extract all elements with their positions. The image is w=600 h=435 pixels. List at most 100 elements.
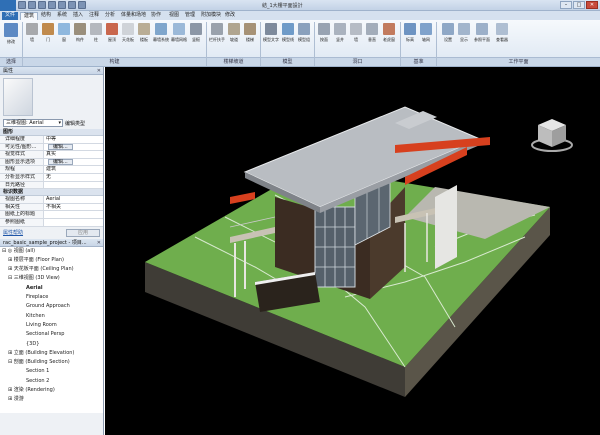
curtain-system-button[interactable]: 幕墙系统 [153, 23, 169, 51]
tab-massing[interactable]: 体量和场地 [118, 12, 149, 20]
property-value[interactable] [44, 211, 103, 218]
tab-annotate[interactable]: 注释 [86, 12, 102, 20]
tab-structure[interactable]: 结构 [38, 12, 54, 20]
property-value[interactable]: 不相关 [44, 204, 103, 211]
curtain-grid-button[interactable]: 幕墙网格 [171, 23, 187, 51]
save-icon[interactable] [28, 1, 36, 9]
tab-manage[interactable]: 管理 [182, 12, 198, 20]
roof-button[interactable]: 屋顶 [105, 23, 119, 51]
measure-icon[interactable] [68, 1, 76, 9]
wall-button[interactable]: 墙 [25, 23, 39, 51]
tab-architecture[interactable]: 建筑 [20, 12, 39, 20]
railing-button[interactable]: 栏杆扶手 [209, 23, 225, 51]
modify-button[interactable]: 修改 [3, 23, 19, 51]
group-graphics[interactable]: 图形 [0, 129, 103, 136]
stair-button[interactable]: 楼梯 [243, 23, 257, 51]
panel-stairs[interactable]: 楼梯坡道 [207, 57, 260, 66]
tab-systems[interactable]: 系统 [54, 12, 70, 20]
ramp-button[interactable]: 坡道 [227, 23, 241, 51]
tab-insert[interactable]: 插入 [70, 12, 86, 20]
model-group-button[interactable]: 模型组 [297, 23, 311, 51]
grid-button[interactable]: 轴网 [419, 23, 433, 51]
tab-file[interactable]: 文件 [2, 12, 19, 20]
panel-select[interactable]: 选择 [0, 57, 22, 66]
tree-node[interactable]: ⊞ 立面 (Building Elevation) [0, 349, 103, 358]
open-icon[interactable] [18, 1, 26, 9]
property-value[interactable]: 无 [44, 174, 103, 181]
reference-plane-button[interactable]: 参照平面 [473, 23, 491, 51]
tree-node[interactable]: ⊟ ◎ 视图 (all) [0, 247, 103, 256]
tree-node[interactable]: ⊟ 剖面 (Building Section) [0, 358, 103, 367]
tab-addins[interactable]: 附加模块 [198, 12, 224, 20]
building-model-render[interactable] [105, 67, 600, 435]
group-identity-data[interactable]: 标识数据 [0, 189, 103, 197]
panel-workplane[interactable]: 工作平面 [437, 57, 600, 66]
tab-collaborate[interactable]: 协作 [148, 12, 164, 20]
ceiling-button[interactable]: 天花板 [121, 23, 135, 51]
edit-button[interactable]: 编辑... [48, 158, 73, 165]
tree-node[interactable]: ⊞ 天花板平面 (Ceiling Plan) [0, 265, 103, 274]
panel-opening[interactable]: 洞口 [315, 57, 400, 66]
close-button[interactable]: ✕ [586, 1, 598, 9]
print-icon[interactable] [58, 1, 66, 9]
show-workplane-button[interactable]: 显示 [457, 23, 471, 51]
apply-button[interactable]: 应用 [66, 228, 100, 237]
property-value[interactable]: 建筑 [44, 166, 103, 173]
tree-node[interactable]: ⊞ 楼层平面 (Floor Plan) [0, 256, 103, 265]
column-button[interactable]: 柱 [89, 23, 103, 51]
door-button[interactable]: 门 [41, 23, 55, 51]
close-icon[interactable]: ✕ [97, 239, 101, 247]
property-value[interactable]: 编辑... [44, 143, 103, 151]
model-line-button[interactable]: 模型线 [281, 23, 295, 51]
3d-viewport[interactable] [105, 67, 600, 435]
mullion-button[interactable]: 竖梃 [189, 23, 203, 51]
property-value[interactable] [44, 182, 103, 189]
panel-build[interactable]: 构建 [23, 57, 206, 66]
set-workplane-button[interactable]: 设置 [441, 23, 455, 51]
tab-analyze[interactable]: 分析 [102, 12, 118, 20]
3d-view-icon[interactable] [78, 1, 86, 9]
undo-icon[interactable] [38, 1, 46, 9]
application-menu-button[interactable] [0, 0, 16, 11]
edit-button[interactable]: 编辑... [48, 143, 73, 150]
tree-node[interactable]: Ground Approach [0, 302, 103, 311]
tree-node[interactable]: Kitchen [0, 312, 103, 321]
tab-modify[interactable]: 修改 [222, 12, 238, 20]
property-value[interactable]: 真实 [44, 151, 103, 158]
panel-model[interactable]: 模型 [261, 57, 314, 66]
tree-node[interactable]: Living Room [0, 321, 103, 330]
tree-node-selected[interactable]: Aerial [0, 284, 103, 293]
tree-node[interactable]: Section 2 [0, 377, 103, 386]
component-button[interactable]: 构件 [73, 23, 87, 51]
close-icon[interactable]: ✕ [97, 67, 101, 75]
viewcube[interactable] [530, 115, 574, 159]
property-value[interactable]: 编辑... [44, 158, 103, 166]
window-button[interactable]: 窗 [57, 23, 71, 51]
tab-view[interactable]: 视图 [166, 12, 182, 20]
dormer-button[interactable]: 老虎窗 [381, 23, 397, 51]
tree-node[interactable]: Fireplace [0, 293, 103, 302]
property-value[interactable]: 中等 [44, 136, 103, 143]
minimize-button[interactable]: – [560, 1, 572, 9]
viewer-button[interactable]: 查看器 [493, 23, 511, 51]
model-text-button[interactable]: 模型文字 [263, 23, 279, 51]
type-selector[interactable]: 三维视图: Aerial [3, 119, 63, 127]
maximize-button[interactable]: □ [573, 1, 585, 9]
tree-node[interactable]: ⊟ 三维视图 (3D View) [0, 274, 103, 283]
shaft-button[interactable]: 竖井 [333, 23, 347, 51]
edit-type-button[interactable]: 编辑类型 [65, 120, 85, 127]
tree-node[interactable]: {3D} [0, 340, 103, 349]
by-face-button[interactable]: 按面 [317, 23, 331, 51]
panel-datum[interactable]: 基准 [401, 57, 436, 66]
tree-node[interactable]: Section 1 [0, 367, 103, 376]
tree-node[interactable]: ⊞ 渲染 (Rendering) [0, 386, 103, 395]
wall-opening-button[interactable]: 墙 [349, 23, 363, 51]
redo-icon[interactable] [48, 1, 56, 9]
properties-help-link[interactable]: 属性帮助 [3, 229, 23, 236]
tree-node[interactable]: ⊞ 漫游 [0, 395, 103, 404]
floor-button[interactable]: 楼板 [137, 23, 151, 51]
level-button[interactable]: 标高 [403, 23, 417, 51]
property-value[interactable] [44, 219, 103, 226]
tree-node[interactable]: Sectional Persp [0, 330, 103, 339]
vertical-opening-button[interactable]: 垂直 [365, 23, 379, 51]
